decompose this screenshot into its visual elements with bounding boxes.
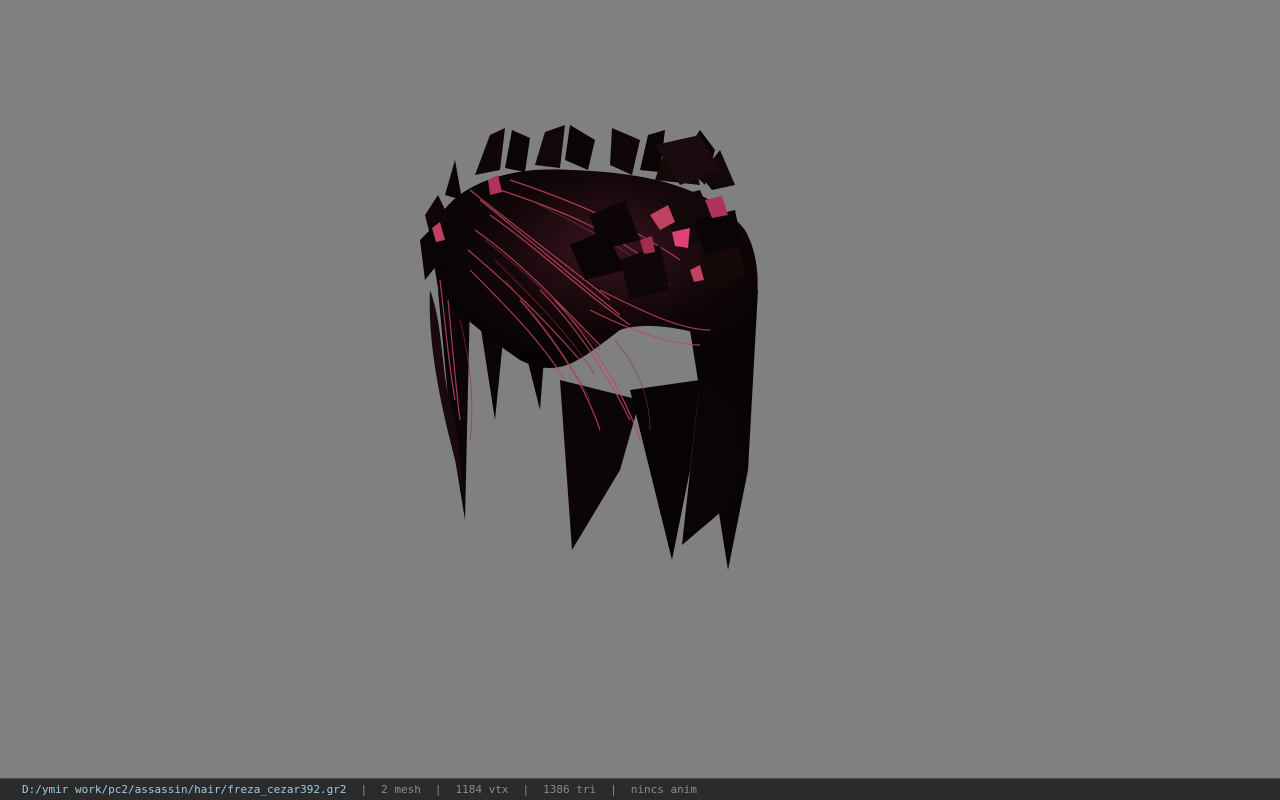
file-path: D:/ymir work/pc2/assassin/hair/freza_cez… bbox=[22, 783, 347, 796]
mesh-count: 2 mesh bbox=[381, 783, 421, 796]
hair-model-render bbox=[420, 125, 758, 570]
animation-status: nincs anim bbox=[630, 783, 697, 796]
separator: | bbox=[360, 783, 368, 796]
status-bar: D:/ymir work/pc2/assassin/hair/freza_cez… bbox=[0, 778, 1280, 800]
separator: | bbox=[610, 783, 617, 796]
vertex-count: 1184 vtx bbox=[455, 783, 509, 796]
triangle-count: 1386 tri bbox=[543, 783, 597, 796]
3d-viewport[interactable] bbox=[0, 0, 1280, 778]
separator: | bbox=[522, 783, 530, 796]
separator: | bbox=[434, 783, 442, 796]
